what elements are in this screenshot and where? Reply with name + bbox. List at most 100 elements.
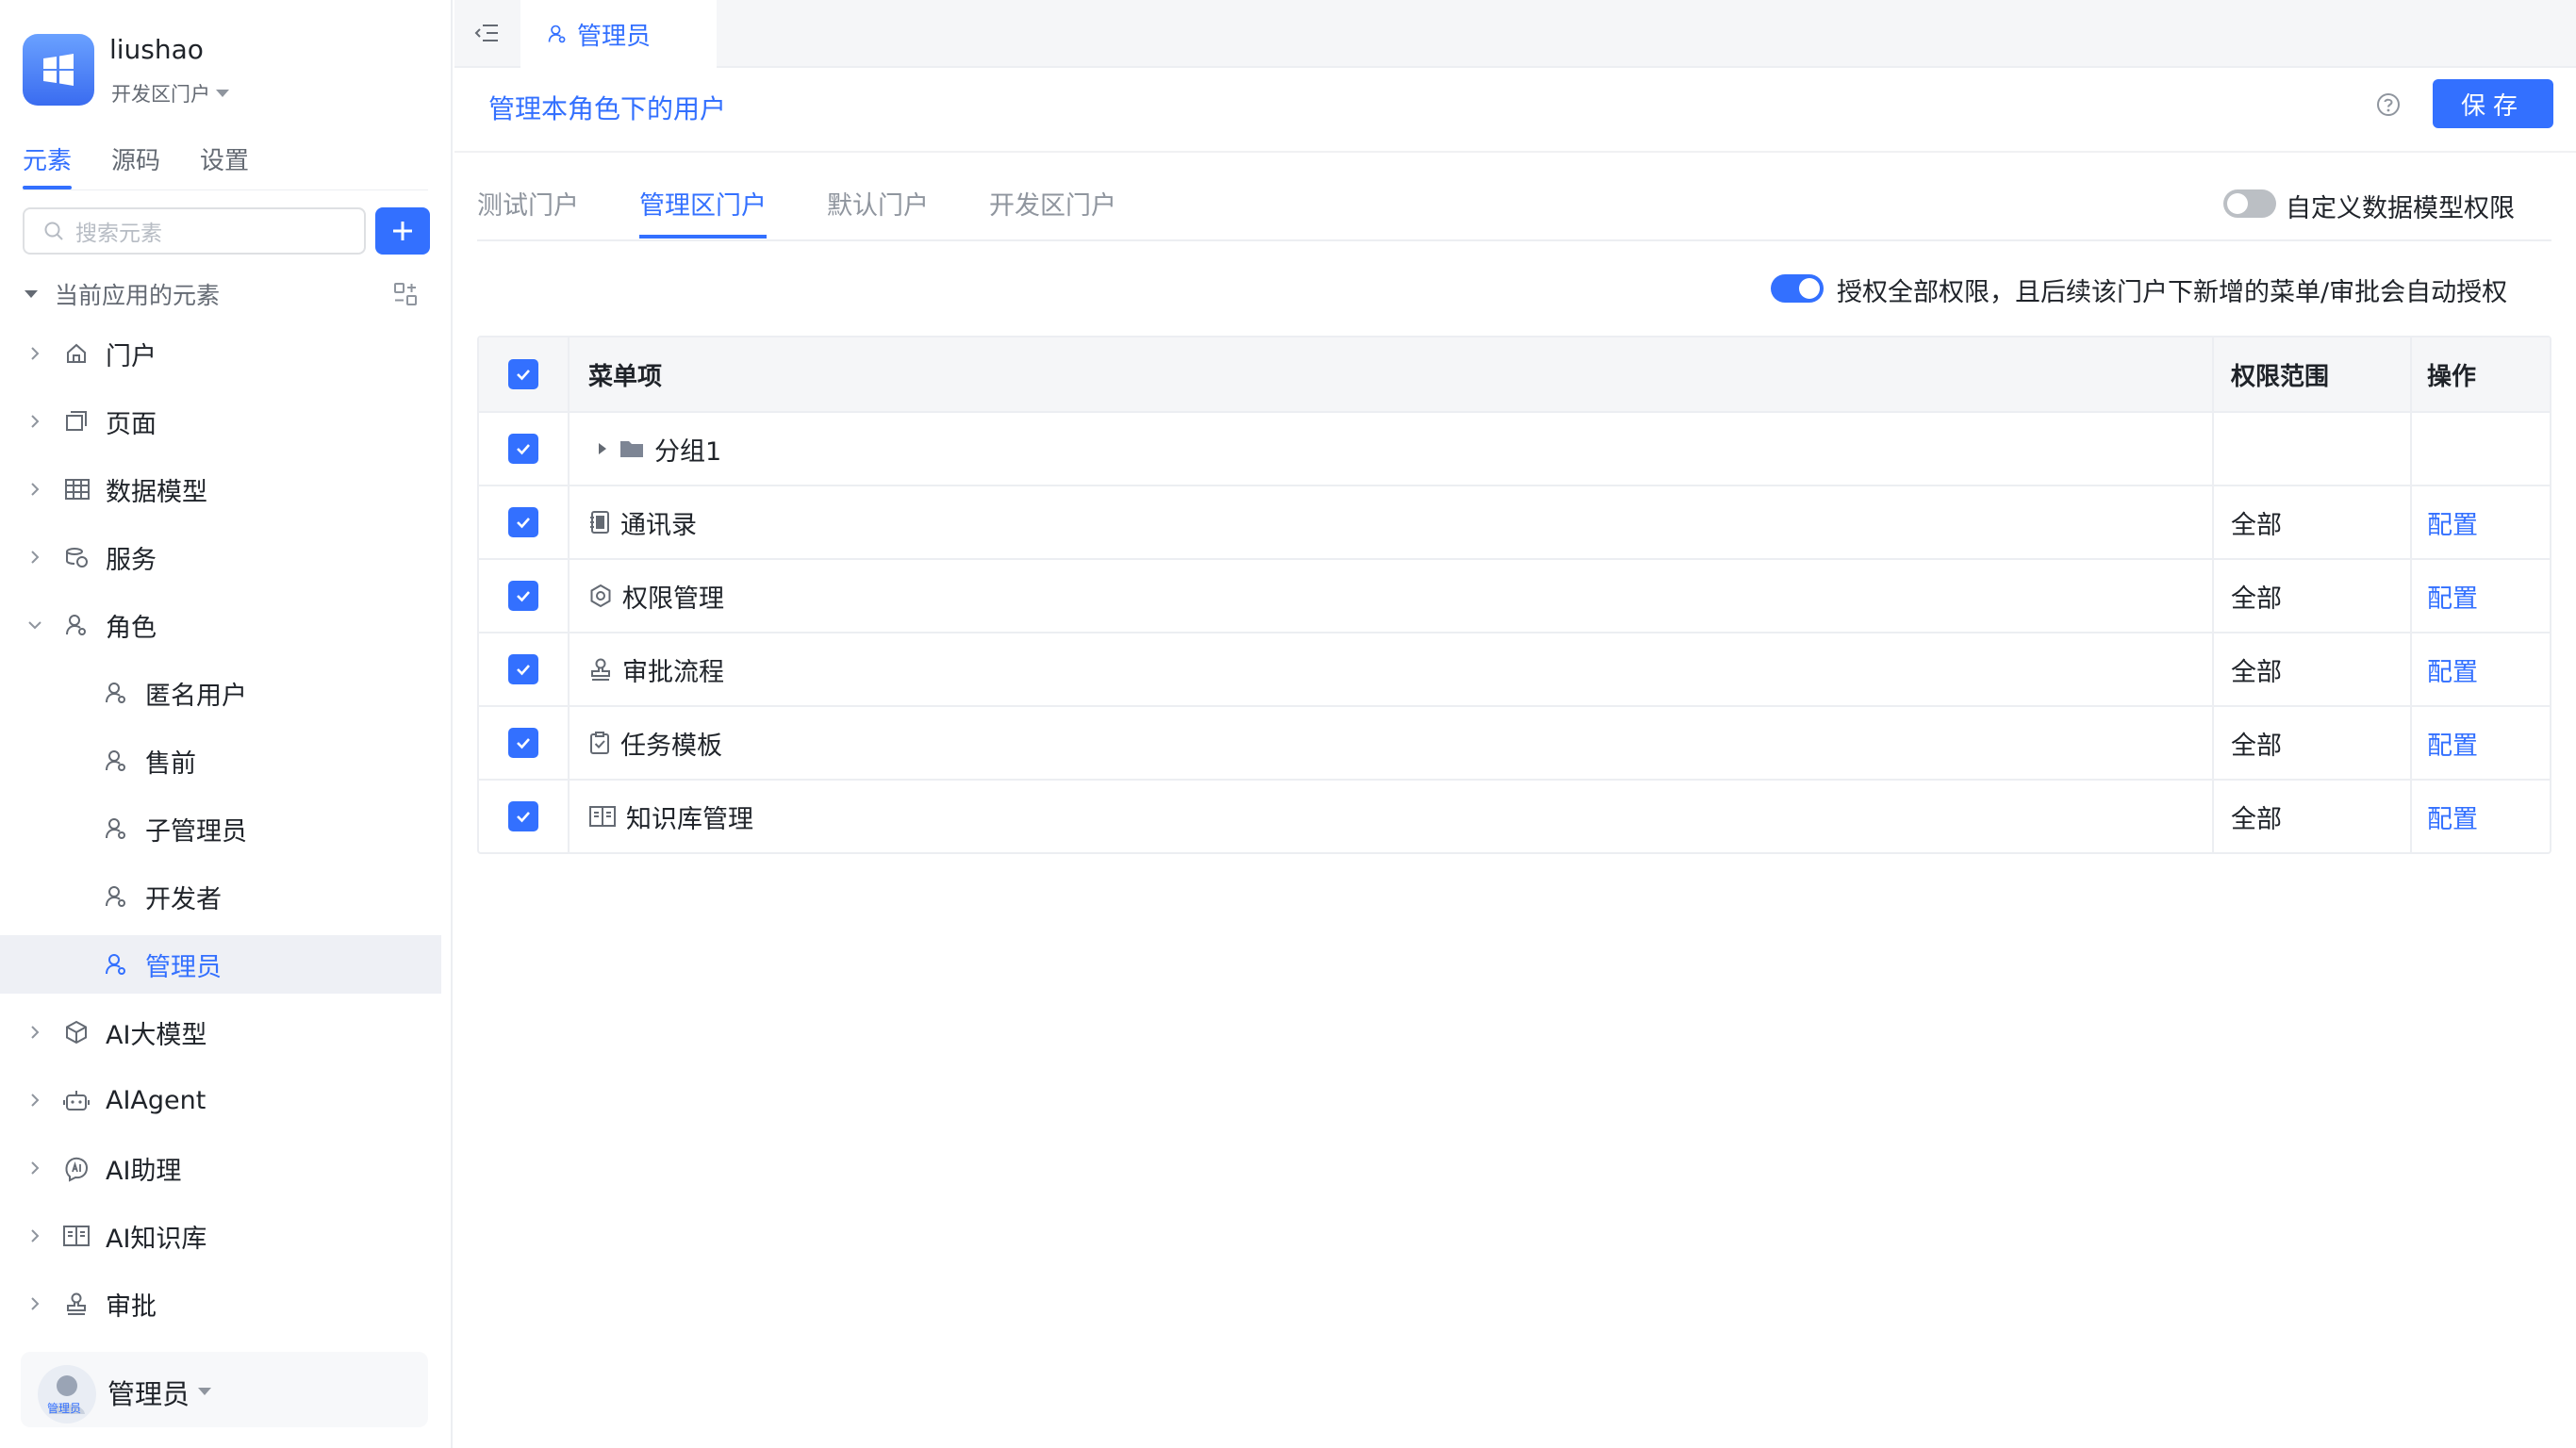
sidebar: liushao 开发区门户 元素 源码 设置 搜索元素 当前应用的元素 门户 页…: [0, 0, 453, 1448]
tree-item-label: 服务: [106, 545, 157, 575]
collapse-sidebar-icon[interactable]: [473, 21, 500, 45]
expand-arrow-icon[interactable]: [596, 441, 609, 456]
sidebar-tabs: 元素 源码 设置: [23, 141, 249, 189]
tree-item-pages[interactable]: 页面: [0, 392, 441, 451]
tree-item-label: 页面: [106, 409, 157, 439]
help-icon[interactable]: [2376, 92, 2401, 117]
row-scope: 全部: [2214, 486, 2412, 558]
tab-default-portal[interactable]: 默认门户: [827, 185, 929, 239]
tab-settings[interactable]: 设置: [200, 141, 249, 189]
configure-link[interactable]: 配置: [2412, 781, 2550, 852]
tree-item-approval[interactable]: 审批: [0, 1275, 441, 1333]
ai-assistant-icon: [65, 1157, 89, 1182]
role-icon: [548, 25, 566, 43]
tree-item-label: 开发者: [145, 884, 222, 914]
triangle-down-icon: [25, 290, 38, 298]
auto-grant-label: 授权全部权限，且后续该门户下新增的菜单/审批会自动授权: [1837, 278, 2508, 307]
chevron-right-icon: [31, 1297, 40, 1310]
row-name: 通讯录: [620, 510, 697, 540]
tree-item-label: AI大模型: [106, 1020, 207, 1050]
add-element-button[interactable]: [375, 207, 430, 255]
portal-tabs: 测试门户 管理区门户 默认门户 开发区门户: [477, 185, 1116, 239]
tree-item-label: 数据模型: [106, 477, 207, 507]
row-name: 分组1: [654, 436, 722, 467]
row-scope: 全部: [2214, 560, 2412, 632]
chevron-right-icon: [31, 347, 40, 360]
tab-admin-portal[interactable]: 管理区门户: [639, 185, 767, 239]
home-icon: [67, 343, 86, 363]
table-row: 权限管理 全部 配置: [479, 558, 2550, 632]
divider: [23, 189, 428, 190]
tab-test-portal[interactable]: 测试门户: [477, 185, 579, 239]
header-actions: 操作: [2427, 362, 2477, 391]
tree-item-developer[interactable]: 开发者: [0, 867, 441, 926]
table-row: 任务模板 全部 配置: [479, 705, 2550, 779]
save-button[interactable]: 保存: [2433, 79, 2553, 128]
caret-down-icon: [216, 90, 229, 97]
tree-item-ai-agent[interactable]: AIAgent: [0, 1071, 441, 1129]
book-icon: [589, 806, 616, 827]
row-checkbox[interactable]: [508, 434, 538, 464]
tree-item-ai-knowledge[interactable]: AI知识库: [0, 1207, 441, 1265]
page-tab-bar: 管理员: [454, 0, 2576, 68]
chevron-right-icon: [31, 483, 40, 496]
manage-users-link[interactable]: 管理本角色下的用户: [488, 89, 726, 126]
user-name: 管理员: [107, 1378, 190, 1410]
tree-item-services[interactable]: 服务: [0, 528, 441, 586]
tree-item-ai-model[interactable]: AI大模型: [0, 1003, 441, 1061]
row-name: 任务模板: [620, 731, 722, 761]
tree-item-roles[interactable]: 角色: [0, 596, 441, 654]
tab-source[interactable]: 源码: [111, 141, 160, 189]
row-scope: 全部: [2214, 781, 2412, 852]
stamp-icon: [67, 1292, 86, 1315]
check-icon: [517, 812, 530, 823]
divider: [477, 239, 2551, 241]
role-icon: [106, 954, 125, 975]
portal-switcher[interactable]: 开发区门户: [111, 79, 229, 107]
configure-link[interactable]: 配置: [2412, 560, 2550, 632]
table-icon: [65, 479, 90, 500]
chevron-right-icon: [31, 551, 40, 564]
auto-grant-toggle[interactable]: [1771, 274, 1824, 303]
tree-item-admin[interactable]: 管理员: [0, 935, 441, 994]
search-input[interactable]: 搜索元素: [23, 207, 366, 255]
tree-item-anonymous[interactable]: 匿名用户: [0, 664, 441, 722]
avatar-tag: 管理员: [47, 1402, 82, 1415]
check-icon: [517, 665, 530, 676]
tree-item-presales[interactable]: 售前: [0, 732, 441, 790]
tree-header[interactable]: 当前应用的元素: [23, 273, 419, 315]
role-icon: [106, 683, 125, 703]
tree-item-ai-assistant[interactable]: AI助理: [0, 1139, 441, 1197]
custom-data-model-toggle[interactable]: [2223, 189, 2276, 218]
configure-link[interactable]: 配置: [2412, 707, 2550, 779]
row-scope: 全部: [2214, 707, 2412, 779]
tree-item-label: 售前: [145, 749, 196, 779]
row-checkbox[interactable]: [508, 728, 538, 758]
tree-item-portal[interactable]: 门户: [0, 324, 441, 383]
portal-name: 开发区门户: [111, 83, 210, 106]
row-checkbox[interactable]: [508, 507, 538, 537]
tab-admin[interactable]: 管理员: [520, 0, 717, 68]
app-logo-icon[interactable]: [23, 34, 94, 106]
tab-dev-portal[interactable]: 开发区门户: [989, 185, 1116, 239]
row-checkbox[interactable]: [508, 654, 538, 684]
settings-icon: [590, 584, 611, 608]
layout-icon[interactable]: [392, 281, 419, 307]
chevron-right-icon: [31, 1094, 40, 1107]
tree-item-data-model[interactable]: 数据模型: [0, 460, 441, 518]
row-name: 知识库管理: [626, 804, 753, 834]
check-icon: [517, 370, 530, 381]
tab-elements[interactable]: 元素: [23, 141, 73, 189]
row-checkbox[interactable]: [508, 581, 538, 611]
tree-item-subadmin[interactable]: 子管理员: [0, 799, 441, 858]
chevron-right-icon: [31, 415, 40, 428]
select-all-checkbox[interactable]: [508, 359, 538, 389]
table-row: 通讯录 全部 配置: [479, 485, 2550, 558]
tree-item-label: 管理员: [145, 952, 222, 982]
user-switcher[interactable]: 管理员 管理员: [21, 1352, 428, 1427]
row-checkbox[interactable]: [508, 801, 538, 831]
tree-item-label: 子管理员: [145, 816, 247, 847]
contacts-icon: [590, 511, 609, 534]
configure-link[interactable]: 配置: [2412, 486, 2550, 558]
configure-link[interactable]: 配置: [2412, 634, 2550, 705]
